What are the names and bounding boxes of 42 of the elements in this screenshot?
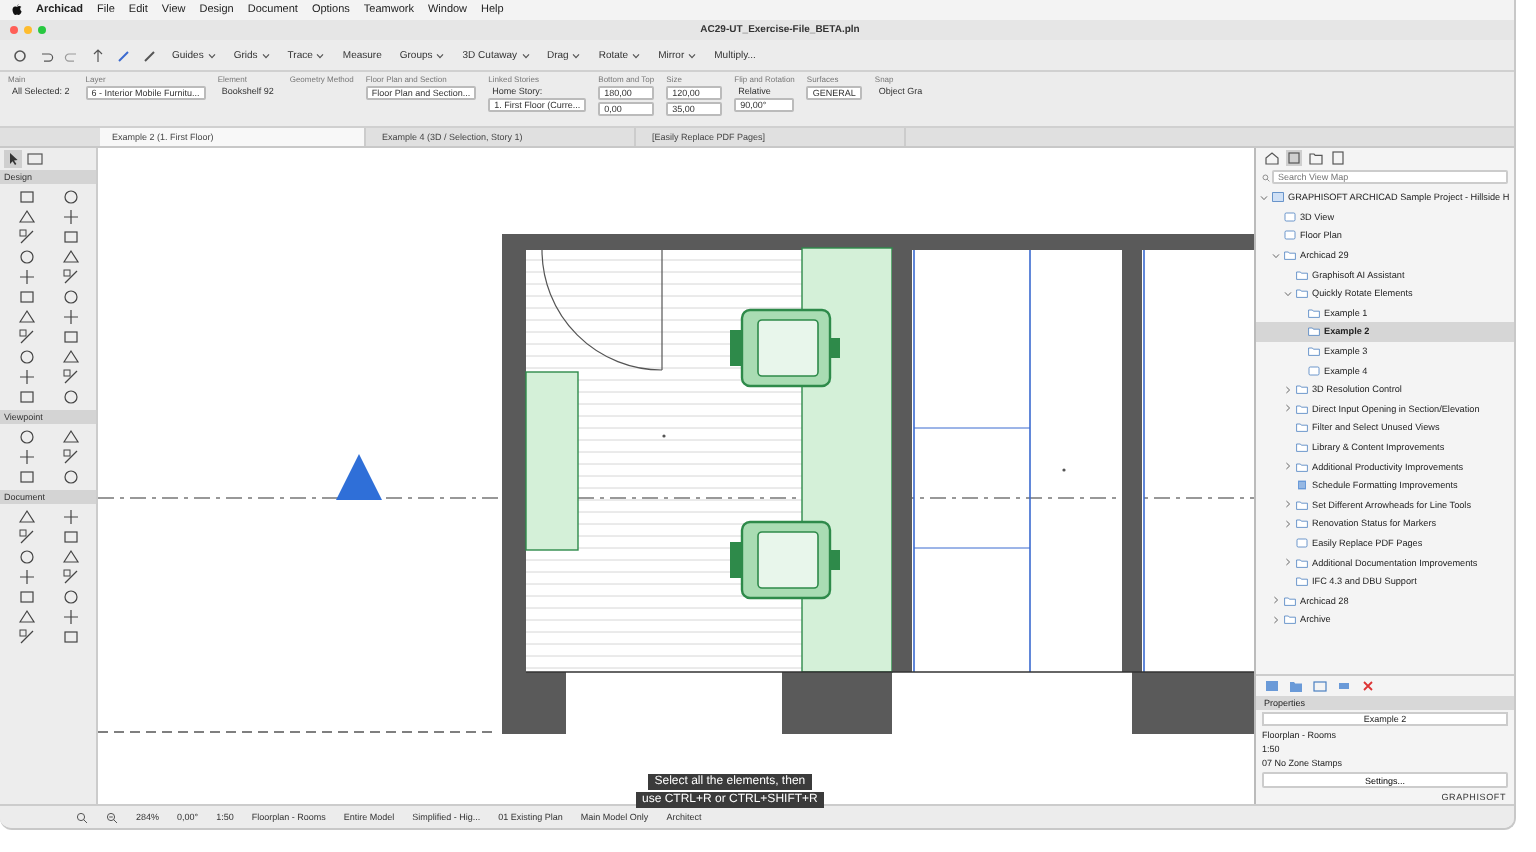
tool-icon[interactable]	[61, 188, 79, 206]
delete-icon[interactable]	[1360, 678, 1376, 694]
redo-icon[interactable]	[64, 47, 80, 63]
tool-icon[interactable]	[61, 588, 79, 606]
caret-icon	[316, 51, 325, 59]
close-button[interactable]	[10, 26, 18, 34]
undo-icon[interactable]	[38, 47, 54, 63]
tool-icon[interactable]	[17, 348, 35, 366]
caret-icon	[521, 51, 529, 59]
caret-icon	[688, 51, 697, 59]
caret-icon	[261, 51, 270, 59]
tool-icon[interactable]	[17, 428, 35, 446]
caret-icon	[207, 51, 216, 59]
tool-icon[interactable]	[61, 368, 79, 386]
tool-icon[interactable]	[61, 268, 79, 286]
tool-icon[interactable]	[17, 248, 35, 266]
apple-menu-icon[interactable]	[12, 4, 22, 16]
tool-icon[interactable]	[17, 628, 35, 646]
zoom-in-icon[interactable]	[76, 811, 88, 823]
tool-icon[interactable]	[61, 448, 79, 466]
caret-icon	[632, 51, 641, 59]
tool-icon[interactable]	[17, 228, 35, 246]
caret-icon	[572, 51, 581, 59]
view-icon	[1296, 537, 1308, 548]
view-icon	[1308, 365, 1320, 376]
tool-icon[interactable]	[17, 548, 35, 566]
project-map-icon[interactable]	[1264, 150, 1280, 166]
tool-icon[interactable]	[61, 388, 79, 406]
tool-icon[interactable]	[61, 288, 79, 306]
zoom-button[interactable]	[38, 26, 46, 34]
tool-icon[interactable]	[61, 468, 79, 486]
schedule-icon	[1296, 480, 1308, 491]
project-icon	[1272, 192, 1284, 203]
tool-icon[interactable]	[17, 508, 35, 526]
tool-icon[interactable]	[17, 528, 35, 546]
caret-icon	[436, 51, 445, 59]
tool-icon[interactable]	[17, 328, 35, 346]
tool-icon[interactable]	[61, 428, 79, 446]
zoom-out-icon[interactable]	[106, 811, 118, 823]
arrow-tool-icon[interactable]	[4, 150, 22, 168]
tool-icon[interactable]	[61, 568, 79, 586]
search-icon	[1262, 173, 1270, 181]
